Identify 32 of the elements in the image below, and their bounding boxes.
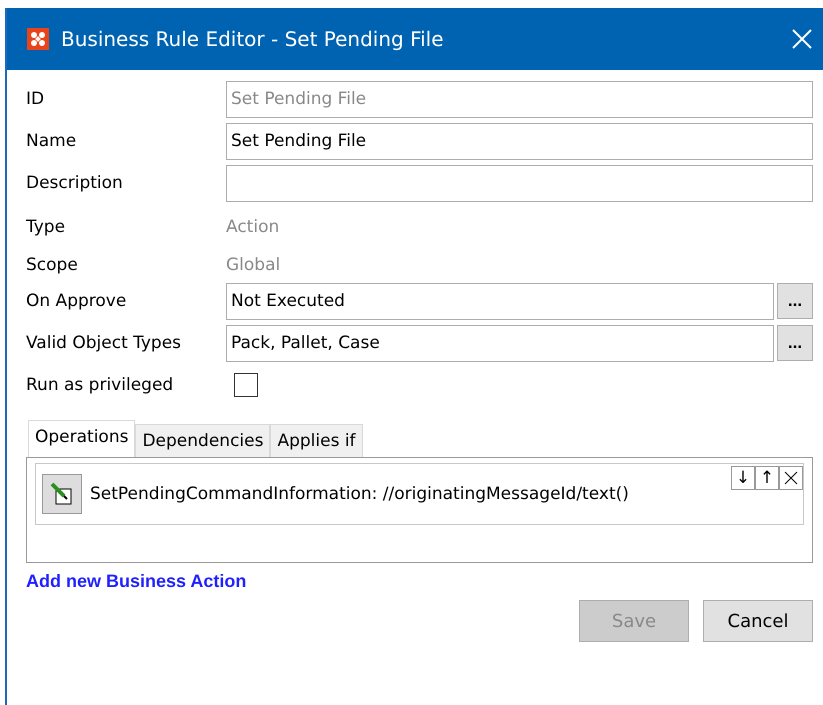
window-title: Business Rule Editor - Set Pending File <box>61 27 445 51</box>
browse-button[interactable]: ... <box>777 283 813 319</box>
edit-button[interactable] <box>42 474 82 514</box>
delete-button[interactable] <box>779 466 803 490</box>
field-label: Type <box>26 217 66 237</box>
close-icon <box>784 471 798 485</box>
text-field[interactable] <box>226 164 813 202</box>
text-field[interactable]: Not Executed <box>226 282 774 320</box>
add-action-link[interactable]: Add new Business Action <box>26 571 246 592</box>
field-label: Scope <box>26 255 79 275</box>
field-value: Global <box>226 255 280 275</box>
field-label: Valid Object Types <box>26 333 182 353</box>
operation-item[interactable]: SetPendingCommandInformation: //originatingMessageId/text() ↓ ↑ <box>35 463 804 525</box>
field-label: On Approve <box>26 291 128 311</box>
tab[interactable]: Operations <box>28 420 136 457</box>
app-icon <box>27 28 49 50</box>
field-value: Action <box>226 217 280 237</box>
field-label: Description <box>26 173 124 193</box>
tab[interactable]: Applies if <box>270 424 363 457</box>
text-field[interactable]: Pack, Pallet, Case <box>226 324 774 362</box>
field-label: Run as privileged <box>26 375 174 395</box>
field-label: Name <box>26 131 78 151</box>
close-icon[interactable] <box>791 28 813 50</box>
dialog-button[interactable]: Cancel <box>703 600 813 642</box>
move-down-button[interactable]: ↓ <box>731 466 755 490</box>
checkbox[interactable] <box>234 373 258 397</box>
text-field[interactable]: Set Pending File <box>226 122 813 160</box>
move-up-button[interactable]: ↑ <box>755 466 779 490</box>
tab[interactable]: Dependencies <box>135 424 270 457</box>
browse-button[interactable]: ... <box>777 325 813 361</box>
operation-text: SetPendingCommandInformation: //originatingMessageId/text() <box>90 484 629 504</box>
field-label: ID <box>26 89 46 109</box>
